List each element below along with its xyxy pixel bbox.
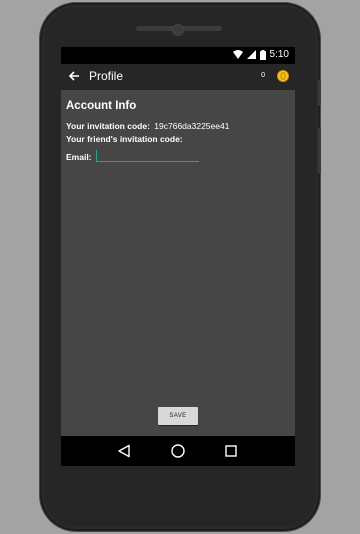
invitation-code-label: Your invitation code: [66,121,150,131]
arrow-left-icon[interactable] [67,69,81,83]
friend-code-label: Your friend's invitation code: [66,134,183,144]
recents-square-icon[interactable] [225,445,237,457]
status-bar: 5:10 [61,47,295,64]
power-button [318,80,321,106]
app-bar: Profile 0 [61,64,295,90]
home-circle-icon[interactable] [171,444,185,458]
friend-code-row: Your friend's invitation code: [66,134,290,144]
account-info-section: Account Info Your invitation code: 19c76… [61,90,295,162]
save-button[interactable]: SAVE [158,407,198,425]
section-title: Account Info [66,100,137,112]
back-triangle-icon[interactable] [117,444,131,458]
volume-button [318,128,321,174]
device-screen: 5:10 Profile 0 Account Info Your invitat… [61,47,295,466]
invitation-code-value: 19c766da3225ee41 [154,121,230,131]
email-label: Email: [66,152,92,162]
email-row: Email: [66,150,290,162]
status-time: 5:10 [269,49,289,60]
coin-count: 0 [261,72,265,79]
page-title: Profile [89,69,124,83]
front-camera [172,24,184,36]
coin-icon[interactable] [277,70,289,82]
wifi-icon [232,50,243,59]
invitation-code-row: Your invitation code: 19c766da3225ee41 [66,121,290,131]
signal-icon [246,50,256,59]
email-field[interactable] [95,150,199,162]
battery-icon [259,49,266,60]
navigation-bar [61,436,295,466]
status-icons: 5:10 [232,49,289,60]
